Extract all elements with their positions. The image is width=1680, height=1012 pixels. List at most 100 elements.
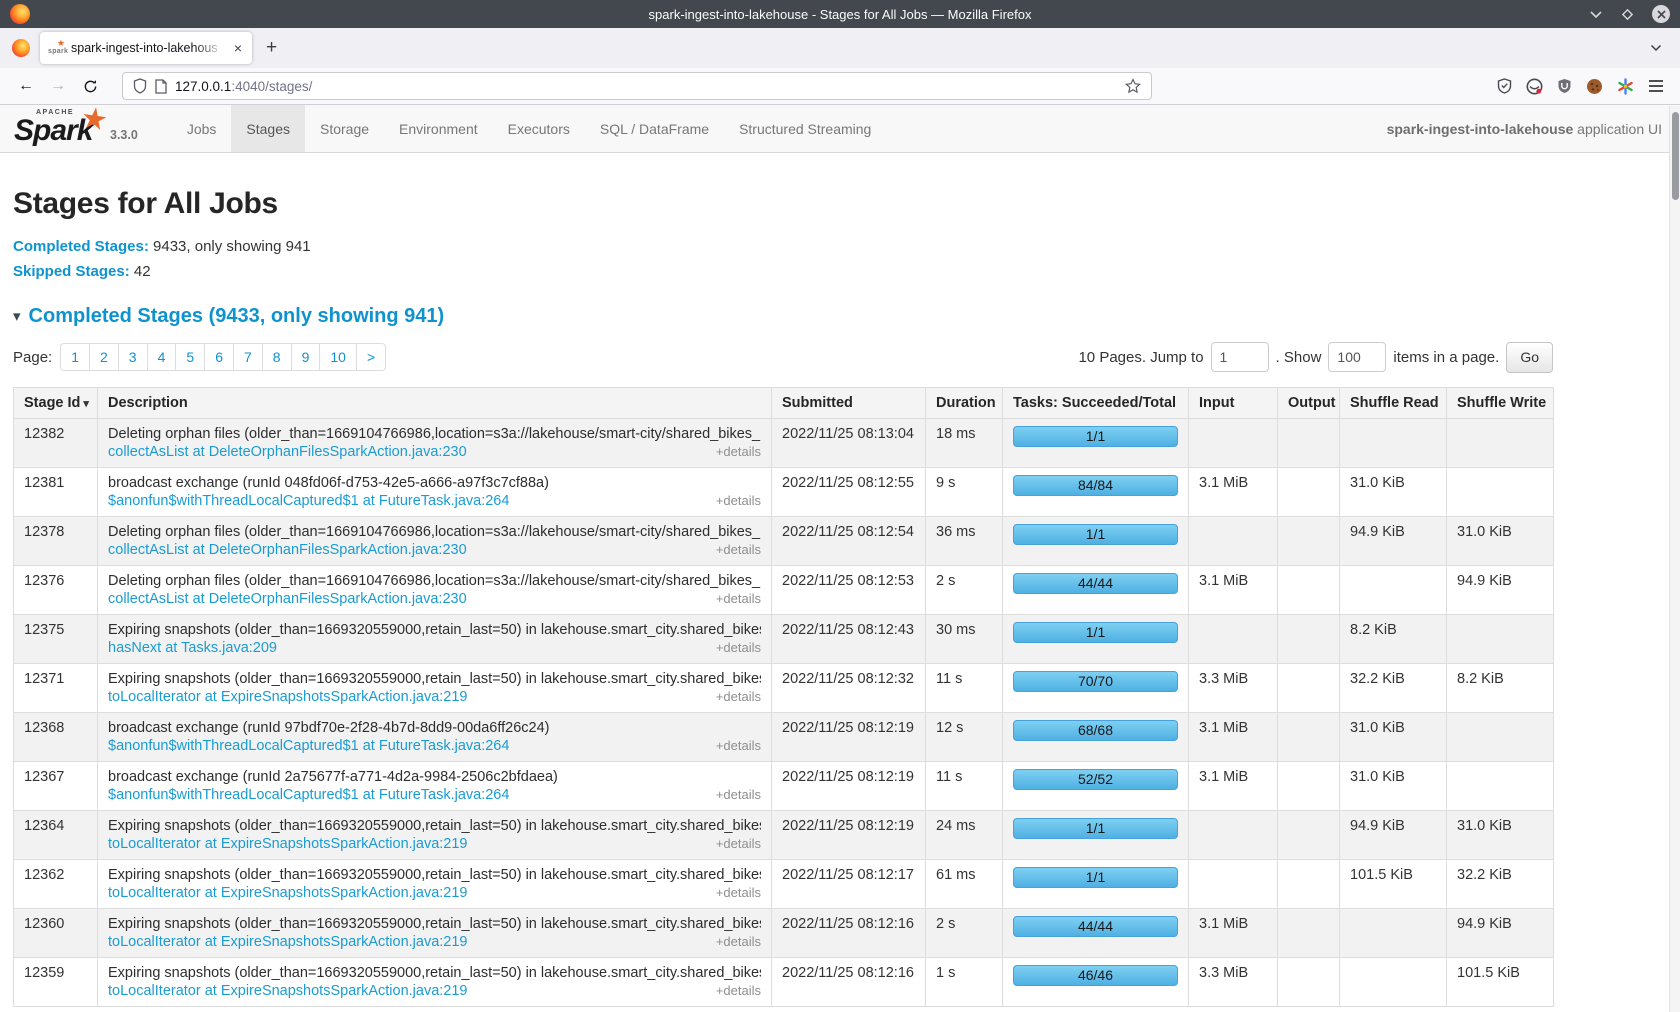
column-header-shuffle-write[interactable]: Shuffle Write <box>1447 387 1554 418</box>
nav-item-jobs[interactable]: Jobs <box>172 105 232 152</box>
page-next-button[interactable]: > <box>356 343 386 371</box>
submitted-cell: 2022/11/25 08:12:32 <box>772 663 926 712</box>
details-toggle[interactable]: +details <box>716 689 761 704</box>
shuffle-write-cell <box>1447 418 1554 467</box>
shuffle-read-cell: 32.2 KiB <box>1340 663 1447 712</box>
details-toggle[interactable]: +details <box>716 983 761 998</box>
nav-item-environment[interactable]: Environment <box>384 105 493 152</box>
page-button-9[interactable]: 9 <box>291 343 321 371</box>
tasks-cell: 1/1 <box>1003 859 1189 908</box>
output-cell <box>1278 418 1340 467</box>
nav-item-executors[interactable]: Executors <box>493 105 585 152</box>
details-toggle[interactable]: +details <box>716 591 761 606</box>
scrollbar-thumb[interactable] <box>1672 112 1679 200</box>
completed-stages-link[interactable]: Completed Stages: <box>13 238 149 255</box>
skipped-stages-link[interactable]: Skipped Stages: <box>13 263 130 280</box>
shuffle-write-cell: 31.0 KiB <box>1447 810 1554 859</box>
go-button[interactable]: Go <box>1506 342 1553 373</box>
tasks-progress-bar: 1/1 <box>1013 818 1178 839</box>
stage-detail-link[interactable]: collectAsList at DeleteOrphanFilesSparkA… <box>108 542 467 558</box>
description-cell: Expiring snapshots (older_than=166932055… <box>98 663 772 712</box>
stage-detail-link[interactable]: toLocalIterator at ExpireSnapshotsSparkA… <box>108 983 468 999</box>
stage-detail-link[interactable]: hasNext at Tasks.java:209 <box>108 640 277 656</box>
page-button-6[interactable]: 6 <box>204 343 234 371</box>
details-toggle[interactable]: +details <box>716 787 761 802</box>
firefox-view-icon[interactable] <box>8 35 34 61</box>
new-tab-button[interactable]: + <box>258 37 285 59</box>
column-header-input[interactable]: Input <box>1189 387 1278 418</box>
nav-item-stages[interactable]: Stages <box>231 105 305 152</box>
stage-detail-link[interactable]: $anonfun$withThreadLocalCaptured$1 at Fu… <box>108 738 509 754</box>
firefox-logo-icon <box>10 4 30 24</box>
ublock-shield-icon[interactable] <box>1557 78 1572 94</box>
stage-detail-link[interactable]: toLocalIterator at ExpireSnapshotsSparkA… <box>108 885 468 901</box>
window-maximize-icon[interactable] <box>1621 8 1634 21</box>
details-toggle[interactable]: +details <box>716 934 761 949</box>
page-scrollbar[interactable] <box>1669 106 1680 1012</box>
back-button[interactable]: ← <box>12 72 40 100</box>
nav-item-storage[interactable]: Storage <box>305 105 384 152</box>
input-cell: 3.3 MiB <box>1189 663 1278 712</box>
page-button-7[interactable]: 7 <box>233 343 263 371</box>
items-per-page-input[interactable] <box>1328 342 1386 372</box>
tab-list-chevron-icon[interactable] <box>1650 44 1672 52</box>
stage-detail-link[interactable]: collectAsList at DeleteOrphanFilesSparkA… <box>108 444 467 460</box>
details-toggle[interactable]: +details <box>716 542 761 557</box>
details-toggle[interactable]: +details <box>716 738 761 753</box>
details-toggle[interactable]: +details <box>716 640 761 655</box>
stage-detail-link[interactable]: $anonfun$withThreadLocalCaptured$1 at Fu… <box>108 493 509 509</box>
bookmark-star-icon[interactable] <box>1125 78 1141 94</box>
page-button-2[interactable]: 2 <box>89 343 119 371</box>
page-button-3[interactable]: 3 <box>118 343 148 371</box>
column-header-description[interactable]: Description <box>98 387 772 418</box>
column-header-tasks-succeeded-total[interactable]: Tasks: Succeeded/Total <box>1003 387 1189 418</box>
cookie-icon[interactable] <box>1586 78 1603 95</box>
tracking-shield-icon[interactable] <box>133 78 147 94</box>
menu-hamburger-icon[interactable] <box>1648 79 1664 93</box>
browser-tab[interactable]: spark★ spark-ingest-into-lakehous × <box>40 32 252 64</box>
privacy-mask-icon[interactable] <box>1526 78 1543 95</box>
reload-icon[interactable] <box>76 72 104 100</box>
nav-item-structured-streaming[interactable]: Structured Streaming <box>724 105 886 152</box>
jump-to-page-input[interactable] <box>1211 342 1269 372</box>
stage-description: Expiring snapshots (older_than=166932055… <box>108 671 761 687</box>
window-close-icon[interactable] <box>1652 5 1670 23</box>
window-minimize-icon[interactable] <box>1589 10 1603 19</box>
spark-nav-items: JobsStagesStorageEnvironmentExecutorsSQL… <box>172 105 887 152</box>
stage-row-12362: 12362Expiring snapshots (older_than=1669… <box>14 859 1554 908</box>
column-header-output[interactable]: Output <box>1278 387 1340 418</box>
page-button-10[interactable]: 10 <box>319 343 357 371</box>
page-button-4[interactable]: 4 <box>147 343 177 371</box>
stage-detail-link[interactable]: $anonfun$withThreadLocalCaptured$1 at Fu… <box>108 787 509 803</box>
page-button-5[interactable]: 5 <box>175 343 205 371</box>
details-toggle[interactable]: +details <box>716 885 761 900</box>
details-toggle[interactable]: +details <box>716 493 761 508</box>
nav-item-sql-dataframe[interactable]: SQL / DataFrame <box>585 105 724 152</box>
completed-stages-section-toggle[interactable]: ▾ Completed Stages (9433, only showing 9… <box>13 305 1553 328</box>
spark-navbar: APACHE Spark ★ 3.3.0 JobsStagesStorageEn… <box>0 105 1680 153</box>
column-header-duration[interactable]: Duration <box>926 387 1003 418</box>
url-text[interactable]: 127.0.0.1:4040/stages/ <box>175 79 1117 94</box>
column-header-stage-id[interactable]: Stage Id▾ <box>14 387 98 418</box>
duration-cell: 9 s <box>926 467 1003 516</box>
url-bar[interactable]: 127.0.0.1:4040/stages/ <box>122 72 1152 100</box>
details-toggle[interactable]: +details <box>716 444 761 459</box>
stage-detail-link[interactable]: toLocalIterator at ExpireSnapshotsSparkA… <box>108 689 468 705</box>
output-cell <box>1278 467 1340 516</box>
submitted-cell: 2022/11/25 08:12:55 <box>772 467 926 516</box>
column-header-shuffle-read[interactable]: Shuffle Read <box>1340 387 1447 418</box>
page-button-1[interactable]: 1 <box>60 343 90 371</box>
tasks-cell: 52/52 <box>1003 761 1189 810</box>
column-header-submitted[interactable]: Submitted <box>772 387 926 418</box>
extension-shield-check-icon[interactable] <box>1497 78 1512 94</box>
page-info-icon[interactable] <box>155 79 167 94</box>
color-asterisk-extension-icon[interactable] <box>1617 78 1634 95</box>
stage-detail-link[interactable]: toLocalIterator at ExpireSnapshotsSparkA… <box>108 934 468 950</box>
details-toggle[interactable]: +details <box>716 836 761 851</box>
page-button-8[interactable]: 8 <box>262 343 292 371</box>
spark-logo[interactable]: APACHE Spark ★ 3.3.0 <box>14 105 148 152</box>
stage-detail-link[interactable]: toLocalIterator at ExpireSnapshotsSparkA… <box>108 836 468 852</box>
tab-close-icon[interactable]: × <box>232 39 244 57</box>
stage-detail-link[interactable]: collectAsList at DeleteOrphanFilesSparkA… <box>108 591 467 607</box>
stage-id-cell: 12364 <box>14 810 98 859</box>
